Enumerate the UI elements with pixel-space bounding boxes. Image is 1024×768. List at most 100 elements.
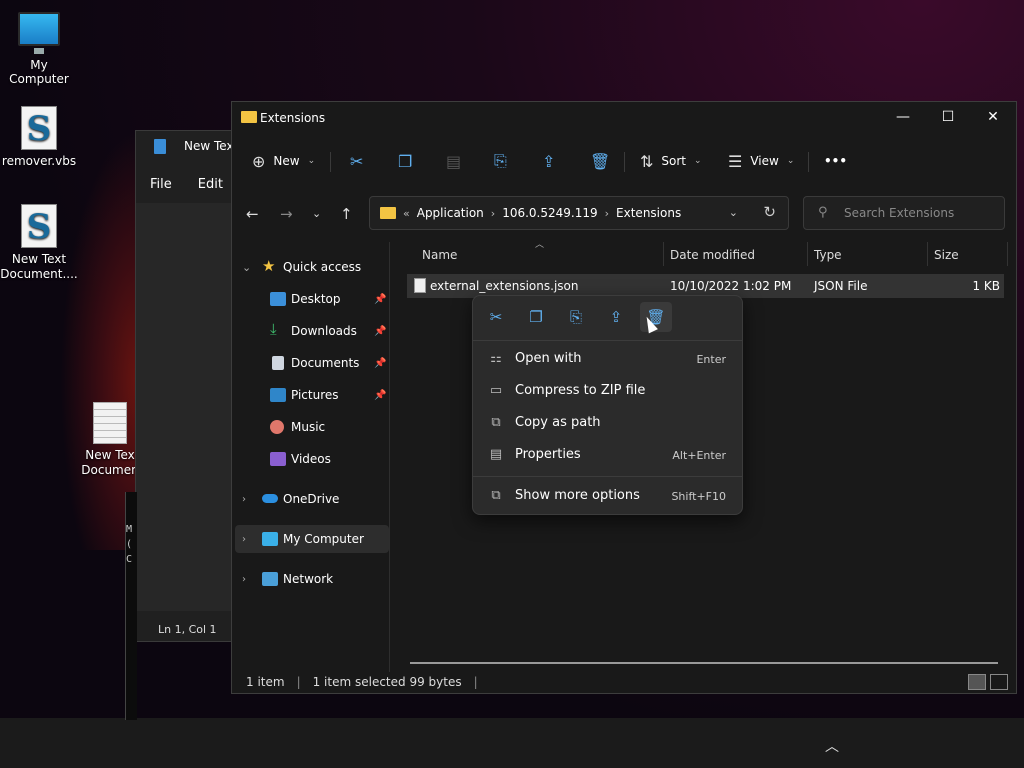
folder-icon bbox=[380, 207, 396, 219]
json-file-icon bbox=[414, 278, 426, 293]
folder-icon bbox=[241, 111, 257, 123]
sidebar-item-onedrive[interactable]: › OneDrive bbox=[232, 485, 386, 513]
paste-button[interactable]: ▤ bbox=[446, 142, 461, 180]
show-hidden-icons-chevron-icon[interactable]: ︿ bbox=[822, 736, 842, 755]
column-divider[interactable] bbox=[807, 242, 808, 266]
recent-locations-chevron-icon[interactable]: ⌄ bbox=[312, 207, 321, 220]
column-header-name[interactable]: Name bbox=[422, 248, 457, 262]
console-window[interactable]: M ( C bbox=[125, 492, 137, 720]
share-button[interactable]: ⇪ bbox=[542, 142, 555, 180]
videos-icon bbox=[270, 452, 286, 466]
trash-icon: 🗑 bbox=[590, 151, 611, 171]
delete-button[interactable]: 🗑 bbox=[590, 142, 610, 180]
address-dropdown-chevron-icon[interactable]: ⌄ bbox=[729, 206, 738, 219]
divider bbox=[624, 152, 625, 172]
menu-item-shortcut: Alt+Enter bbox=[672, 449, 726, 462]
menu-file[interactable]: File bbox=[150, 177, 172, 201]
cloud-icon bbox=[262, 494, 278, 503]
menu-item-compress-zip[interactable]: ▭ Compress to ZIP file bbox=[473, 377, 742, 405]
more-options-button[interactable]: ••• bbox=[824, 142, 847, 180]
sidebar-item-music[interactable]: Music bbox=[232, 413, 386, 441]
desktop-icon-label: New Tex Documen bbox=[81, 448, 139, 477]
sort-button[interactable]: ⇅ Sort ⌄ bbox=[640, 142, 702, 180]
view-button[interactable]: ☰ View ⌄ bbox=[728, 142, 794, 180]
close-button[interactable]: ✕ bbox=[970, 102, 1016, 132]
file-type: JSON File bbox=[814, 279, 868, 293]
copy-button[interactable]: ❐ bbox=[398, 142, 412, 180]
tiles-view-icon[interactable] bbox=[990, 674, 1008, 690]
search-input[interactable]: ⚲ Search Extensions bbox=[803, 196, 1005, 230]
rename-button[interactable]: ⎘ bbox=[494, 142, 507, 180]
search-placeholder: Search Extensions bbox=[844, 206, 955, 220]
details-view-icon[interactable] bbox=[968, 674, 986, 690]
sidebar-item-network[interactable]: › Network bbox=[232, 565, 386, 593]
desktop-icon-label: remover.vbs bbox=[1, 154, 77, 168]
refresh-icon[interactable]: ↻ bbox=[763, 203, 776, 221]
maximize-button[interactable]: ☐ bbox=[925, 102, 971, 132]
column-divider[interactable] bbox=[663, 242, 664, 266]
sidebar-item-documents[interactable]: Documents 📌 bbox=[232, 349, 386, 377]
sidebar-item-label: Pictures bbox=[291, 388, 339, 402]
download-arrow-icon: ⤓ bbox=[270, 320, 277, 338]
column-divider[interactable] bbox=[927, 242, 928, 266]
back-arrow-icon[interactable]: ← bbox=[246, 205, 259, 223]
show-more-icon: ⧉ bbox=[491, 488, 501, 503]
breadcrumb-application[interactable]: Application bbox=[417, 206, 484, 220]
minimize-button[interactable]: — bbox=[880, 102, 926, 132]
up-arrow-icon[interactable]: ↑ bbox=[340, 205, 353, 223]
overflow-chevron-icon[interactable]: « bbox=[403, 207, 410, 220]
view-toggle bbox=[968, 674, 1008, 690]
menu-item-properties[interactable]: ▤ Properties Alt+Enter bbox=[473, 441, 742, 469]
breadcrumb-version[interactable]: 106.0.5249.119 bbox=[502, 206, 597, 220]
menu-item-open-with[interactable]: ⚏ Open with Enter bbox=[473, 345, 742, 373]
sidebar-item-pictures[interactable]: Pictures 📌 bbox=[232, 381, 386, 409]
desktop-icon-remover-vbs[interactable]: S remover.vbs bbox=[0, 106, 78, 168]
notepad-text-area[interactable] bbox=[136, 203, 244, 611]
desktop-icon-new-text-document[interactable]: S New Text Document.... bbox=[0, 204, 78, 282]
cut-button[interactable]: ✂ bbox=[350, 142, 363, 180]
column-header-type[interactable]: Type bbox=[814, 248, 842, 262]
notepad-window[interactable]: New Text File Edit Ln 1, Col 1 bbox=[135, 130, 245, 642]
column-divider[interactable] bbox=[1007, 242, 1008, 266]
copy-icon[interactable]: ❐ bbox=[520, 302, 552, 332]
new-button[interactable]: ⊕ New ⌄ bbox=[252, 142, 315, 180]
menu-item-label: Show more options bbox=[515, 488, 640, 503]
sidebar-item-quick-access[interactable]: ⌄ ★ Quick access bbox=[232, 253, 386, 281]
chevron-down-icon: ⌄ bbox=[786, 156, 795, 166]
chevron-right-icon: › bbox=[242, 533, 246, 545]
share-icon[interactable]: ⇪ bbox=[600, 302, 632, 332]
breadcrumb-extensions[interactable]: Extensions bbox=[616, 206, 681, 220]
notepad-menubar: File Edit bbox=[136, 163, 244, 201]
copy-path-icon: ⧉ bbox=[491, 415, 501, 430]
menu-separator bbox=[473, 476, 742, 477]
horizontal-scrollbar[interactable] bbox=[410, 662, 998, 664]
sort-label: Sort bbox=[661, 154, 687, 168]
chevron-right-icon: › bbox=[242, 573, 246, 585]
sidebar-item-videos[interactable]: Videos bbox=[232, 445, 386, 473]
menu-item-label: Properties bbox=[515, 447, 581, 462]
sidebar-item-desktop[interactable]: Desktop 📌 bbox=[232, 285, 386, 313]
address-row: ← → ⌄ ↑ « Application › 106.0.5249.119 ›… bbox=[232, 196, 1016, 232]
title-bar[interactable]: Extensions — ☐ ✕ bbox=[232, 102, 1016, 134]
menu-item-copy-as-path[interactable]: ⧉ Copy as path bbox=[473, 409, 742, 437]
script-file-icon: S bbox=[21, 106, 57, 150]
notepad-icon bbox=[154, 139, 166, 154]
sidebar-item-label: Desktop bbox=[291, 292, 341, 306]
console-line: ( bbox=[126, 539, 133, 550]
file-date: 10/10/2022 1:02 PM bbox=[670, 279, 792, 293]
column-headers: Name Date modified Type Size bbox=[392, 242, 1012, 268]
menu-edit[interactable]: Edit bbox=[198, 177, 223, 201]
cut-icon[interactable]: ✂ bbox=[480, 302, 512, 332]
desktop-icon-my-computer[interactable]: My Computer bbox=[0, 12, 78, 86]
column-header-size[interactable]: Size bbox=[934, 248, 959, 262]
context-menu: ✂ ❐ ⎘ ⇪ 🗑 ⚏ Open with Enter ▭ Compress t… bbox=[472, 295, 743, 515]
file-name: external_extensions.json bbox=[430, 279, 579, 293]
menu-item-show-more-options[interactable]: ⧉ Show more options Shift+F10 bbox=[473, 482, 742, 510]
sidebar-item-downloads[interactable]: ⤓ Downloads 📌 bbox=[232, 317, 386, 345]
address-bar[interactable]: « Application › 106.0.5249.119 › Extensi… bbox=[369, 196, 789, 230]
column-header-date[interactable]: Date modified bbox=[670, 248, 755, 262]
sidebar-item-my-computer[interactable]: › My Computer bbox=[235, 525, 389, 553]
forward-arrow-icon[interactable]: → bbox=[280, 205, 293, 223]
desktop-icon-new-text-document-2[interactable]: New Tex Documen bbox=[78, 402, 142, 478]
rename-icon[interactable]: ⎘ bbox=[560, 302, 592, 332]
